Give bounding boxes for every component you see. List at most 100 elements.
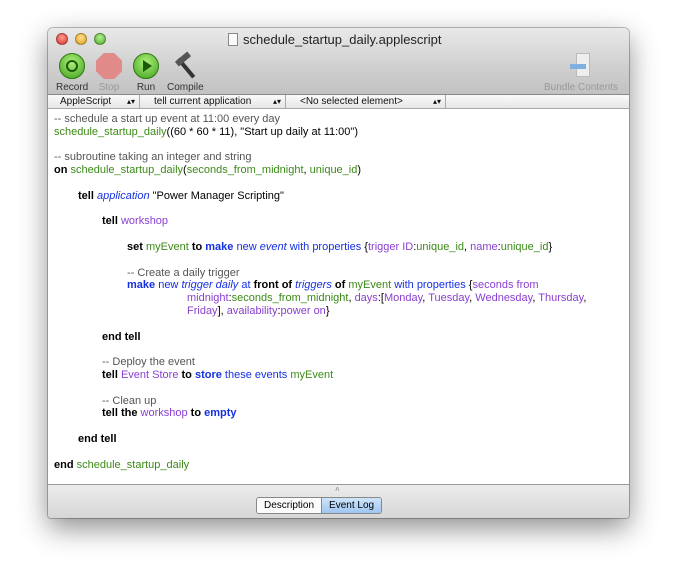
record-label: Record xyxy=(56,82,89,93)
code-line: tell Event Store to store these events m… xyxy=(48,369,629,382)
code-token: seconds_from_midnight xyxy=(231,292,349,305)
code-token: empty xyxy=(204,407,237,420)
code-token: ) xyxy=(357,164,362,177)
record-icon xyxy=(59,53,86,79)
code-token: seconds_from_midnight xyxy=(186,164,304,177)
bundle-contents-icon xyxy=(568,53,594,79)
code-token: seconds from xyxy=(472,279,539,292)
code-token: , xyxy=(583,292,587,305)
code-line: midnight:seconds_from_midnight, days:[Mo… xyxy=(48,292,629,305)
code-line: end tell xyxy=(48,331,629,344)
code-token: schedule_startup_daily xyxy=(70,164,184,177)
code-line: -- Clean up xyxy=(48,395,629,408)
minimize-button[interactable] xyxy=(75,33,87,45)
code-token: -- Create a daily trigger xyxy=(127,266,240,279)
code-token: myEvent xyxy=(145,240,189,253)
code-token: trigger ID xyxy=(367,240,414,253)
stop-button[interactable]: Stop xyxy=(96,53,122,93)
code-line: end tell xyxy=(48,433,629,446)
code-token: -- Clean up xyxy=(102,394,157,407)
code-token: trigger daily xyxy=(181,279,239,292)
code-line: Friday], availability:power on} xyxy=(48,305,629,318)
code-line: tell workshop xyxy=(48,215,629,228)
code-token: myEvent xyxy=(290,368,334,381)
code-token: availability xyxy=(226,304,278,317)
code-token: "Power Manager Scripting" xyxy=(149,189,284,202)
code-token: } xyxy=(548,240,553,253)
code-line: on schedule_startup_daily(seconds_from_m… xyxy=(48,164,629,177)
code-token: end tell xyxy=(78,432,117,445)
stop-icon xyxy=(96,53,122,79)
code-token: application xyxy=(96,189,150,202)
code-token: name xyxy=(470,240,498,253)
code-token: ((60 * 60 * 11), "Start up daily at 11:0… xyxy=(166,125,358,138)
stop-label: Stop xyxy=(98,82,120,93)
bundle-contents-button[interactable]: Bundle Contents xyxy=(544,53,618,93)
code-token: with properties xyxy=(391,279,469,292)
code-token: on xyxy=(54,164,68,177)
code-token: to xyxy=(190,407,202,420)
hammer-icon xyxy=(172,51,198,79)
code-token: schedule_startup_daily xyxy=(54,125,167,138)
code-token: schedule_startup_daily xyxy=(76,458,190,471)
run-button[interactable]: Run xyxy=(133,53,159,93)
navigation-bar: AppleScript ▴▾ tell current application ▴▾… xyxy=(48,95,629,109)
splitter-handle[interactable]: ˄ xyxy=(335,485,340,494)
tab-description[interactable]: Description xyxy=(257,498,323,513)
script-editor[interactable]: -- schedule a start up event at 11:00 ev… xyxy=(48,110,629,484)
language-popup[interactable]: AppleScript ▴▾ xyxy=(48,95,140,109)
element-popup[interactable]: <No selected element> ▴▾ xyxy=(286,95,446,109)
close-button[interactable] xyxy=(56,33,68,45)
code-token: make xyxy=(205,240,234,253)
code-token: Monday xyxy=(383,292,423,305)
code-token: event xyxy=(259,240,287,253)
code-token: to xyxy=(181,368,192,381)
code-token: tell xyxy=(102,215,118,228)
zoom-button[interactable] xyxy=(94,33,106,45)
tab-event-log[interactable]: Event Log xyxy=(322,498,382,513)
target-value: tell current application xyxy=(154,96,252,107)
code-token: power on xyxy=(280,304,326,317)
code-token: make xyxy=(127,279,156,292)
code-token: unique_id xyxy=(309,164,358,177)
code-token: store xyxy=(194,368,222,381)
code-line: set myEvent to make new event with prope… xyxy=(48,241,629,254)
play-icon xyxy=(133,53,159,79)
code-line: make new trigger daily at front of trigg… xyxy=(48,279,629,292)
code-token: -- schedule a start up event at 11:00 ev… xyxy=(54,113,281,125)
code-line: end schedule_startup_daily xyxy=(48,459,629,472)
code-token: Friday xyxy=(187,304,218,317)
element-value: <No selected element> xyxy=(300,96,403,107)
code-token: ], xyxy=(217,304,227,317)
compile-button[interactable]: Compile xyxy=(167,51,204,93)
code-token: Tuesday xyxy=(428,292,470,305)
code-line: -- Create a daily trigger xyxy=(48,267,629,280)
target-popup[interactable]: tell current application ▴▾ xyxy=(140,95,286,109)
code-line: -- schedule a start up event at 11:00 ev… xyxy=(48,113,629,126)
window-title: schedule_startup_daily.applescript xyxy=(228,32,442,47)
code-token: } xyxy=(325,304,330,317)
updown-arrows-icon: ▴▾ xyxy=(272,97,281,106)
code-token: new xyxy=(155,279,182,292)
titlebar-toolbar: schedule_startup_daily.applescript Recor… xyxy=(48,28,629,95)
code-token: Thursday xyxy=(538,292,584,305)
record-button[interactable]: Record xyxy=(56,53,88,93)
code-token: end tell xyxy=(102,330,141,343)
updown-arrows-icon: ▴▾ xyxy=(432,97,441,106)
code-token: to xyxy=(191,240,203,253)
code-token: Wednesday xyxy=(475,292,533,305)
code-token: days xyxy=(354,292,378,305)
bottom-tabs: Description Event Log xyxy=(256,497,383,514)
document-icon xyxy=(228,33,238,46)
code-token: with properties xyxy=(286,240,365,253)
